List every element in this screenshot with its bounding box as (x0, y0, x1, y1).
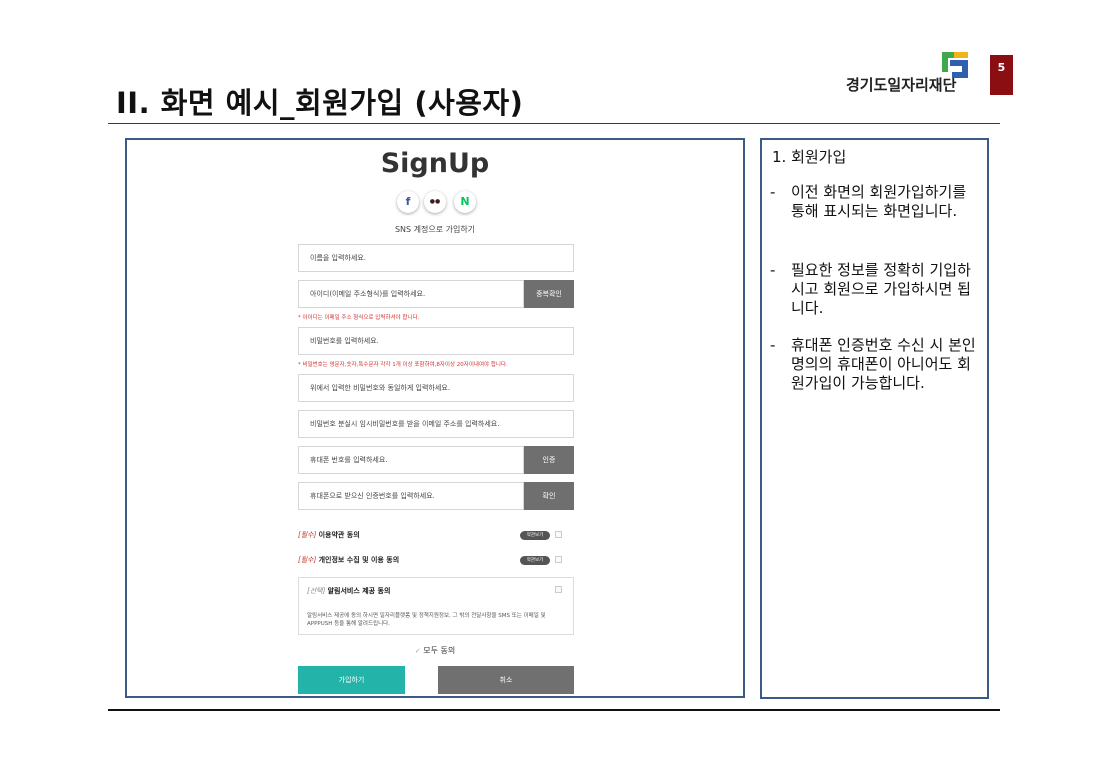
kakao-icon[interactable]: ●● (424, 191, 446, 213)
cancel-button[interactable]: 취소 (438, 666, 574, 694)
footer-divider (108, 709, 1000, 711)
naver-icon[interactable]: N (454, 191, 476, 213)
privacy-required-tag: [필수] (298, 556, 317, 564)
phone-input[interactable]: 휴대폰 번호를 입력하세요. (298, 446, 524, 474)
terms-checkbox[interactable] (555, 531, 562, 538)
description-panel: 1. 회원가입 - 이전 화면의 회원가입하기를 통해 표시되는 화면입니다. … (760, 138, 989, 699)
signup-screenshot-panel: SignUp f ●● N SNS 계정으로 가입하기 이름을 입력하세요. 아… (125, 138, 745, 698)
password-hint: * 비밀번호는 영문자,숫자,특수문자 각각 1개 이상 포함하여,8자이상 2… (298, 362, 508, 368)
bullet-text: 이전 화면의 회원가입하기를 통해 표시되는 화면입니다. (791, 183, 967, 220)
bullet-dash: - (770, 261, 776, 279)
slide-title: II. 화면 예시_회원가입 (사용자) (116, 86, 524, 120)
agree-all-row[interactable]: ✓ 모두 동의 (127, 645, 743, 656)
notification-agreement-box: [선택] 알림서비스 제공 동의 알림서비스 제공에 동의 하시면 일자리플랫폼… (298, 577, 574, 635)
password-input[interactable]: 비밀번호를 입력하세요. (298, 327, 574, 355)
notification-agreement-row: [선택] 알림서비스 제공 동의 (307, 586, 390, 596)
kakao-glyph: ●● (429, 198, 441, 205)
signup-title: SignUp (380, 148, 490, 179)
agree-all-check-icon[interactable]: ✓ (415, 647, 421, 655)
id-hint: * 아이디는 이메일 주소 형식으로 입력하셔야 합니다. (298, 315, 420, 321)
description-bullet: - 필요한 정보를 정확히 기입하시고 회원으로 가입하시면 됩니다. (770, 261, 980, 321)
join-button[interactable]: 가입하기 (298, 666, 405, 694)
facebook-icon[interactable]: f (397, 191, 419, 213)
logo-mark-icon (942, 52, 968, 78)
description-heading: 1. 회원가입 (772, 148, 847, 166)
recovery-email-input[interactable]: 비밀번호 분실시 임시비밀번호를 받을 이메일 주소를 입력하세요. (298, 410, 574, 438)
agree-all-label: 모두 동의 (423, 646, 456, 655)
terms-label: 이용약관 동의 (318, 531, 360, 539)
title-divider (108, 123, 1000, 124)
facebook-glyph: f (405, 195, 411, 208)
notification-checkbox[interactable] (555, 586, 562, 593)
privacy-label: 개인정보 수집 및 이용 동의 (318, 556, 400, 564)
password-confirm-input[interactable]: 위에서 입력한 비밀번호와 동일하게 입력하세요. (298, 374, 574, 402)
notification-description: 알림서비스 제공에 동의 하시면 일자리플랫폼 및 정책지원정보, 그 밖의 전… (307, 613, 546, 627)
notification-label: 알림서비스 제공 동의 (327, 587, 391, 595)
id-input[interactable]: 아이디(이메일 주소형식)를 입력하세요. (298, 280, 524, 308)
privacy-checkbox[interactable] (555, 556, 562, 563)
verification-code-input[interactable]: 휴대폰으로 받으신 인증번호를 입력하세요. (298, 482, 524, 510)
sns-signup-caption: SNS 계정으로 가입하기 (394, 225, 476, 234)
description-bullet: - 휴대폰 인증번호 수신 시 본인명의의 휴대폰이 아니어도 회원가입이 가능… (770, 336, 980, 416)
code-confirm-button[interactable]: 확인 (524, 482, 574, 510)
page-number-badge: 5 (990, 55, 1013, 95)
privacy-view-button[interactable]: 약관보기 (520, 556, 550, 565)
optional-tag: [선택] (307, 587, 326, 595)
bullet-text: 휴대폰 인증번호 수신 시 본인명의의 휴대폰이 아니어도 회원가입이 가능합니… (791, 336, 976, 392)
bullet-dash: - (770, 183, 776, 201)
bullet-text: 필요한 정보를 정확히 기입하시고 회원으로 가입하시면 됩니다. (791, 261, 971, 317)
page-number: 5 (997, 61, 1006, 74)
bullet-dash: - (770, 336, 776, 354)
id-duplicate-check-button[interactable]: 중복확인 (524, 280, 574, 308)
naver-glyph: N (460, 195, 470, 208)
terms-view-button[interactable]: 약관보기 (520, 531, 550, 540)
foundation-logo: 경기도일자리재단 (846, 50, 976, 100)
description-bullet: - 이전 화면의 회원가입하기를 통해 표시되는 화면입니다. (770, 183, 980, 243)
name-input[interactable]: 이름을 입력하세요. (298, 244, 574, 272)
terms-required-tag: [필수] (298, 531, 317, 539)
phone-verify-button[interactable]: 인증 (524, 446, 574, 474)
